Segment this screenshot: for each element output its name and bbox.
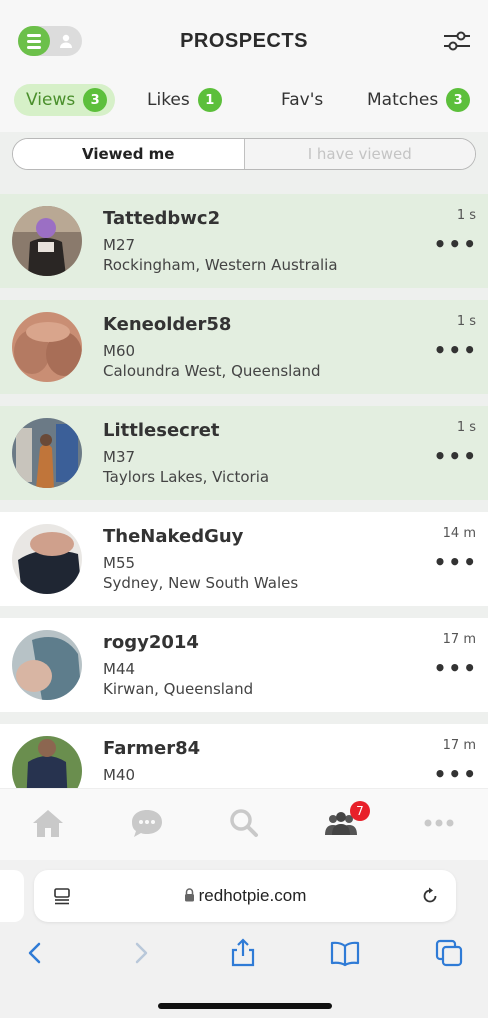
list-item[interactable]: Tattedbwc2 M27 Rockingham, Western Austr… xyxy=(0,194,488,288)
search-icon[interactable] xyxy=(226,807,262,839)
profile-username[interactable]: Farmer84 xyxy=(103,738,200,759)
tab-matches-count: 3 xyxy=(446,88,471,112)
avatar[interactable] xyxy=(12,524,82,594)
tab-matches[interactable]: Matches 3 xyxy=(367,84,471,116)
profile-username[interactable]: Keneolder58 xyxy=(103,314,231,335)
more-options-icon[interactable]: ••• xyxy=(434,444,478,468)
segment-i-have-viewed[interactable]: I have viewed xyxy=(243,139,475,169)
tab-views-label: Views xyxy=(26,90,76,110)
back-icon[interactable] xyxy=(20,938,50,968)
tab-likes-count: 1 xyxy=(197,88,222,112)
profile-age: M44 xyxy=(103,660,136,678)
prospect-tabs: Views 3 Likes 1 Fav's Matches 3 xyxy=(0,82,488,132)
forward-icon[interactable] xyxy=(126,938,156,968)
lock-icon xyxy=(184,888,194,902)
more-options-icon[interactable]: ••• xyxy=(434,762,478,786)
profile-age: M40 xyxy=(103,766,136,784)
filter-sliders-icon[interactable] xyxy=(442,28,472,54)
address-bar[interactable]: redhotpie.com xyxy=(34,870,456,922)
avatar[interactable] xyxy=(12,312,82,382)
url-text: redhotpie.com xyxy=(198,886,307,905)
profile-age: M37 xyxy=(103,448,136,466)
more-options-icon[interactable]: ••• xyxy=(434,232,478,256)
profile-username[interactable]: TheNakedGuy xyxy=(103,526,243,547)
profile-age: M27 xyxy=(103,236,136,254)
profile-view-time: 1 s xyxy=(456,208,476,223)
tab-favs[interactable]: Fav's xyxy=(281,84,323,116)
profile-view-time: 1 s xyxy=(456,314,476,329)
profile-view-time: 17 m xyxy=(442,632,476,647)
profile-location: Rockingham, Western Australia xyxy=(103,256,338,274)
tab-favs-label: Fav's xyxy=(281,90,324,110)
profile-location: Caloundra West, Queensland xyxy=(103,362,321,380)
more-options-icon[interactable]: ••• xyxy=(434,338,478,362)
tab-views-count: 3 xyxy=(83,88,108,112)
tabs-icon[interactable] xyxy=(434,938,464,968)
profile-age: M55 xyxy=(103,554,136,572)
tab-matches-label: Matches xyxy=(367,90,439,110)
home-indicator xyxy=(158,1003,332,1009)
prospects-notification-badge: 7 xyxy=(350,801,370,821)
chat-icon[interactable] xyxy=(129,807,165,839)
list-item[interactable]: Keneolder58 M60 Caloundra West, Queensla… xyxy=(0,300,488,394)
avatar[interactable] xyxy=(12,418,82,488)
list-item[interactable]: TheNakedGuy M55 Sydney, New South Wales … xyxy=(0,512,488,606)
avatar[interactable] xyxy=(12,736,82,788)
tab-likes-label: Likes xyxy=(147,90,190,110)
segment-viewed-me[interactable]: Viewed me xyxy=(13,139,244,169)
avatar[interactable] xyxy=(12,630,82,700)
list-item[interactable]: Littlesecret M37 Taylors Lakes, Victoria… xyxy=(0,406,488,500)
reload-icon[interactable] xyxy=(420,886,440,906)
browser-toolbar: redhotpie.com xyxy=(0,860,488,1018)
top-bar: PROSPECTS xyxy=(0,0,488,82)
profile-age: M60 xyxy=(103,342,136,360)
list-item[interactable]: Farmer84 M40 17 m ••• xyxy=(0,724,488,788)
profile-username[interactable]: Littlesecret xyxy=(103,420,220,441)
tab-likes[interactable]: Likes 1 xyxy=(147,84,222,116)
viewed-segmented-control: Viewed me I have viewed xyxy=(12,138,476,170)
profile-username[interactable]: Tattedbwc2 xyxy=(103,208,220,229)
tab-views[interactable]: Views 3 xyxy=(14,84,116,116)
page-title: PROSPECTS xyxy=(180,30,308,52)
profile-username[interactable]: rogy2014 xyxy=(103,632,199,653)
profile-view-time: 17 m xyxy=(442,738,476,753)
more-options-icon[interactable]: ••• xyxy=(434,550,478,574)
avatar[interactable] xyxy=(12,206,82,276)
profile-location: Kirwan, Queensland xyxy=(103,680,254,698)
home-icon[interactable] xyxy=(30,807,66,839)
share-icon[interactable] xyxy=(228,938,258,968)
more-icon[interactable] xyxy=(421,807,457,839)
list-item[interactable]: rogy2014 M44 Kirwan, Queensland 17 m ••• xyxy=(0,618,488,712)
bottom-nav: 7 xyxy=(0,788,488,860)
more-options-icon[interactable]: ••• xyxy=(434,656,478,680)
previous-tab-preview[interactable] xyxy=(0,870,24,922)
profile-location: Taylors Lakes, Victoria xyxy=(103,468,270,486)
profile-view-time: 1 s xyxy=(456,420,476,435)
profile-location: Sydney, New South Wales xyxy=(103,574,299,592)
bookmarks-icon[interactable] xyxy=(330,938,360,968)
profile-view-time: 14 m xyxy=(442,526,476,541)
